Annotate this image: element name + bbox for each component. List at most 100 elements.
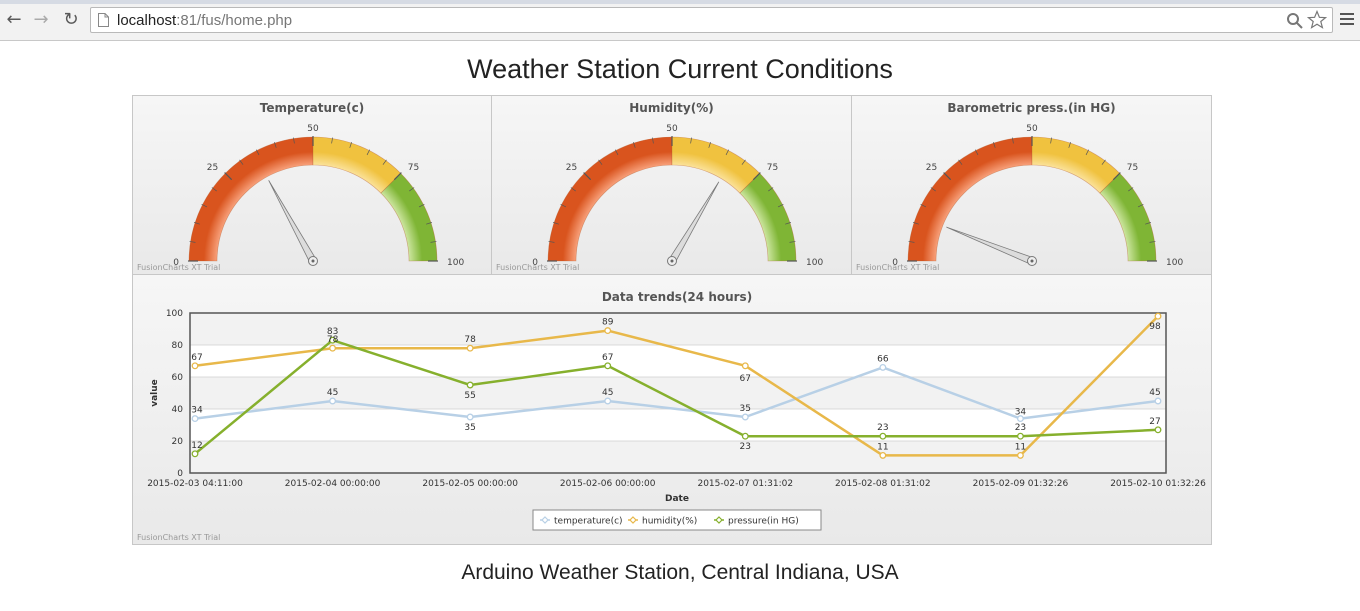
gauge-pivot-center (311, 259, 315, 263)
data-point (191, 415, 199, 423)
data-point (1154, 397, 1162, 405)
gauge-band-low (188, 136, 314, 262)
gauge-tick-label: 100 (1166, 258, 1183, 268)
data-label: 83 (327, 327, 338, 337)
data-point (741, 362, 749, 370)
data-point (329, 397, 337, 405)
x-axis-label: Date (665, 494, 689, 504)
data-label: 23 (1015, 423, 1026, 433)
url-path: :81/fus/home.php (176, 12, 293, 29)
data-label: 12 (191, 441, 202, 451)
humidity-gauge: 0255075100 (532, 124, 823, 268)
legend-label: pressure(in HG) (728, 517, 799, 527)
gauge-tick-label: 25 (207, 163, 218, 173)
data-label: 11 (877, 442, 888, 452)
data-label: 45 (327, 388, 338, 398)
gauge-tick-label: 50 (307, 124, 319, 134)
pressure-gauge-panel: Barometric press.(in HG) 0 25 50 75 100 Fusi… (851, 95, 1212, 275)
gauge-band-high (739, 172, 797, 262)
gauge-tick-label: 75 (408, 163, 419, 173)
data-point (1016, 432, 1024, 440)
gauge-needle (268, 180, 317, 264)
data-point (466, 413, 474, 421)
trial-watermark: FusionCharts XT Trial (856, 263, 940, 272)
y-tick-label: 40 (172, 405, 184, 415)
chart-title: Data trends(24 hours) (602, 290, 752, 304)
gauge-tick-label: 100 (447, 258, 464, 268)
trial-watermark: FusionCharts XT Trial (137, 533, 221, 542)
zoom-icon[interactable] (1286, 12, 1304, 30)
data-label: 78 (464, 335, 476, 345)
x-tick-label: 2015-02-10 01:32:26 (1110, 479, 1206, 489)
gauge-band-mid (312, 136, 402, 194)
pressure-gauge: 0255075100 (892, 124, 1183, 268)
trend-line-chart: Data trends(24 hours) 0 20 40 60 80 100 2015-02… (147, 290, 1206, 531)
y-tick-label: 100 (166, 309, 183, 319)
x-tick-label: 2015-02-06 00:00:00 (560, 479, 656, 489)
data-point (604, 362, 612, 370)
x-tick-label: 2015-02-07 01:31:02 (697, 479, 793, 489)
url-text: localhost:81/fus/home.php (117, 12, 292, 29)
data-label: 67 (740, 374, 751, 384)
gauge-title: Barometric press.(in HG) (947, 101, 1116, 115)
data-point (604, 327, 612, 335)
data-label: 35 (464, 423, 475, 433)
x-tick-label: 2015-02-04 00:00:00 (285, 479, 381, 489)
bookmark-star-icon[interactable] (1307, 10, 1327, 30)
gauge-tick-label: 50 (666, 124, 678, 134)
data-label: 11 (1015, 442, 1026, 452)
data-label: 34 (1015, 408, 1027, 418)
gauge-tick-label: 100 (806, 258, 823, 268)
data-label: 55 (464, 391, 475, 401)
gauge-tick-label: 25 (566, 163, 577, 173)
gauge-band-mid (671, 136, 761, 194)
x-tick-label: 2015-02-05 00:00:00 (422, 479, 518, 489)
menu-icon[interactable] (1340, 12, 1354, 26)
data-point (741, 413, 749, 421)
data-point (191, 450, 199, 458)
gauge-band-low (907, 136, 1033, 262)
gauge-band-low (547, 136, 673, 262)
data-point (191, 362, 199, 370)
data-label: 67 (602, 353, 613, 363)
gauge-title: Temperature(c) (259, 101, 365, 115)
reload-icon[interactable]: ↻ (61, 10, 81, 30)
data-point (1154, 312, 1162, 320)
gauge-needle (668, 181, 720, 264)
data-point (1016, 451, 1024, 459)
gauge-pivot-center (670, 259, 674, 263)
gauge-tick-label: 25 (926, 163, 937, 173)
data-point (741, 432, 749, 440)
data-point (329, 344, 337, 352)
y-tick-label: 20 (172, 437, 184, 447)
data-label: 27 (1149, 417, 1160, 427)
gauge-band-high (1099, 172, 1157, 262)
data-label: 67 (191, 353, 202, 363)
page-title: Weather Station Current Conditions (467, 54, 893, 84)
temperature-gauge-panel: Temperature(c) 0 25 50 75 100 FusionCharts X… (132, 95, 492, 275)
y-tick-label: 0 (177, 469, 183, 479)
data-label: 89 (602, 318, 614, 328)
gauge-band-mid (1031, 136, 1121, 194)
gauge-title: Humidity(%) (629, 101, 714, 115)
address-bar[interactable]: localhost:81/fus/home.php (90, 7, 1333, 33)
gauge-band-high (380, 172, 438, 262)
data-point (879, 432, 887, 440)
gauge-tick-label: 75 (767, 163, 778, 173)
data-label: 23 (740, 442, 751, 452)
data-point (1154, 426, 1162, 434)
data-label: 35 (740, 404, 751, 414)
x-tick-label: 2015-02-09 01:32:26 (973, 479, 1069, 489)
data-point (879, 363, 887, 371)
data-point (466, 344, 474, 352)
trial-watermark: FusionCharts XT Trial (496, 263, 580, 272)
y-axis-label: value (150, 379, 160, 407)
data-label: 45 (602, 388, 613, 398)
forward-arrow-icon[interactable]: → (31, 10, 51, 30)
x-tick-label: 2015-02-03 04:11:00 (147, 479, 243, 489)
gauge-pivot-center (1030, 259, 1034, 263)
back-arrow-icon[interactable]: ← (4, 10, 24, 30)
trend-chart-panel: Data trends(24 hours) 0 20 40 60 80 100 2015-02… (132, 274, 1212, 545)
data-label: 45 (1149, 388, 1160, 398)
chart-legend: temperature(c) humidity(%) pressure(in HG) (532, 509, 822, 531)
